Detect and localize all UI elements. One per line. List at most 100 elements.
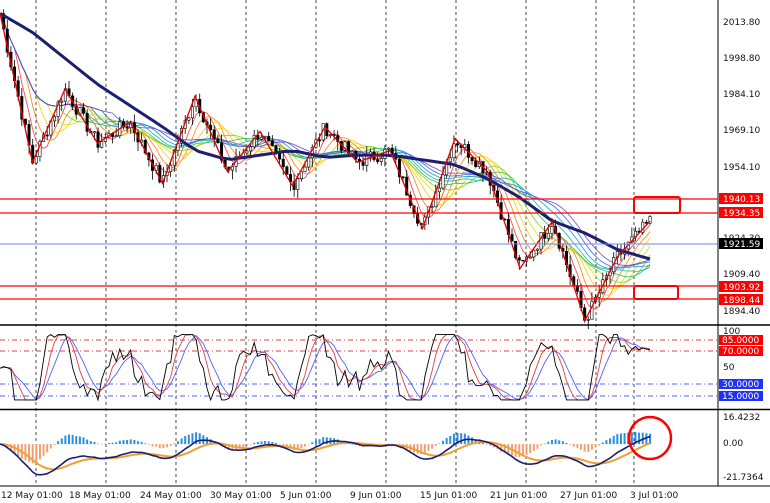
macd-histogram-bar — [580, 444, 583, 450]
macd-histogram-bar — [107, 443, 110, 445]
macd-histogram-bar — [155, 444, 158, 447]
candle-body[interactable] — [528, 256, 532, 259]
candle-body[interactable] — [517, 257, 521, 261]
candle-body[interactable] — [245, 150, 249, 154]
level-tag-1898: 1898.44 — [719, 294, 763, 306]
candle-body[interactable] — [586, 319, 590, 321]
level-tag-text: 1934.35 — [723, 209, 760, 219]
macd-histogram-bar — [46, 444, 49, 453]
macd-histogram-bar — [547, 441, 550, 445]
macd-histogram-bar — [587, 444, 590, 452]
date-tick: 27 Jun 01:00 — [560, 491, 617, 501]
candle-body[interactable] — [350, 150, 354, 154]
rsi-lower-tag-2-text: 15.0000 — [722, 392, 759, 402]
macd-histogram-bar — [416, 444, 419, 454]
candle-body[interactable] — [125, 126, 129, 129]
date-tick: 18 May 01:00 — [69, 491, 131, 501]
candle-body[interactable] — [539, 232, 543, 250]
macd-histogram-bar — [144, 443, 147, 445]
macd-histogram-bar — [311, 442, 314, 445]
price-tick: 1909.40 — [723, 270, 760, 280]
date-axis: 12 May 01:00 18 May 01:00 24 May 01:00 3… — [1, 491, 679, 501]
candle-body[interactable] — [521, 259, 525, 262]
macd-histogram-bar — [176, 441, 179, 445]
macd-histogram-bar — [554, 439, 557, 445]
rsi-panel[interactable] — [0, 327, 718, 409]
macd-histogram-bar — [180, 438, 183, 445]
candle-body[interactable] — [263, 135, 267, 138]
macd-histogram-bar — [166, 444, 169, 448]
macd-axis-top: 16.4232 — [723, 413, 760, 423]
macd-panel[interactable] — [0, 411, 718, 486]
candle-body[interactable] — [281, 158, 285, 168]
price-tick: 1969.10 — [723, 126, 760, 136]
candle-body[interactable] — [430, 206, 434, 209]
macd-histogram-bar — [449, 435, 452, 445]
candle-body[interactable] — [546, 233, 550, 239]
macd-histogram-bar — [314, 440, 317, 445]
candle-body[interactable] — [249, 146, 253, 152]
candle-body[interactable] — [100, 141, 104, 148]
macd-histogram-bar — [147, 444, 150, 445]
macd-histogram-bar — [86, 439, 89, 445]
candle-body[interactable] — [644, 221, 648, 224]
candle-body[interactable] — [96, 131, 100, 148]
macd-histogram-bar — [518, 444, 521, 457]
macd-histogram-bar — [78, 436, 81, 445]
chart-canvas[interactable]: 2013.80 1998.80 1984.10 1969.10 1954.10 … — [0, 0, 770, 503]
candle-body[interactable] — [376, 159, 380, 162]
candle-body[interactable] — [60, 100, 64, 103]
macd-histogram-bar — [565, 442, 568, 445]
trading-chart-window[interactable]: 2013.80 1998.80 1984.10 1969.10 1954.10 … — [0, 0, 770, 503]
candle-body[interactable] — [474, 160, 478, 167]
candle-body[interactable] — [456, 143, 460, 146]
candle-body[interactable] — [274, 145, 278, 153]
candle-body[interactable] — [318, 139, 322, 142]
candle-body[interactable] — [387, 147, 391, 150]
macd-histogram-bar — [619, 433, 622, 445]
candle-body[interactable] — [82, 107, 86, 114]
macd-histogram-bar — [24, 444, 27, 461]
candle-body[interactable] — [216, 138, 220, 144]
candle-body[interactable] — [361, 161, 365, 166]
candle-body[interactable] — [285, 166, 289, 175]
date-tick: 24 May 01:00 — [140, 491, 202, 501]
price-tick: 1954.10 — [723, 163, 760, 173]
candle-body[interactable] — [169, 164, 173, 172]
candle-body[interactable] — [470, 157, 474, 161]
macd-histogram-bar — [598, 444, 601, 446]
candle-body[interactable] — [437, 187, 441, 193]
candle-body[interactable] — [45, 134, 49, 137]
macd-histogram-bar — [42, 444, 45, 456]
candle-body[interactable] — [52, 116, 56, 122]
candle-body[interactable] — [270, 140, 274, 146]
macd-histogram-bar — [242, 444, 245, 447]
candle-body[interactable] — [190, 106, 194, 119]
candle-body[interactable] — [379, 158, 383, 162]
macd-histogram-bar — [97, 443, 100, 445]
candle-body[interactable] — [259, 136, 263, 140]
candle-body[interactable] — [448, 157, 452, 163]
candle-body[interactable] — [441, 174, 445, 189]
candle-body[interactable] — [296, 178, 300, 190]
candle-body[interactable] — [532, 250, 536, 258]
rsi-axis-mid: 50 — [723, 363, 735, 373]
candle-body[interactable] — [299, 171, 303, 180]
candle-body[interactable] — [34, 156, 38, 164]
macd-histogram-bar — [64, 435, 67, 445]
candle-body[interactable] — [92, 131, 96, 134]
macd-histogram-bar — [438, 443, 441, 445]
candle-body[interactable] — [303, 166, 307, 172]
candle-body[interactable] — [114, 135, 118, 138]
candle-body[interactable] — [267, 135, 271, 142]
candle-body[interactable] — [328, 134, 332, 137]
candle-body[interactable] — [401, 176, 405, 179]
candle-body[interactable] — [535, 248, 539, 251]
macd-histogram-bar — [82, 437, 85, 445]
candle-body[interactable] — [187, 117, 191, 121]
candle-body[interactable] — [550, 226, 554, 234]
rsi-upper-tag-2: 70.0000 — [719, 346, 763, 357]
level-tag-text: 1903.92 — [723, 283, 760, 293]
macd-histogram-bar — [558, 440, 561, 445]
macd-histogram-bar — [256, 441, 259, 445]
